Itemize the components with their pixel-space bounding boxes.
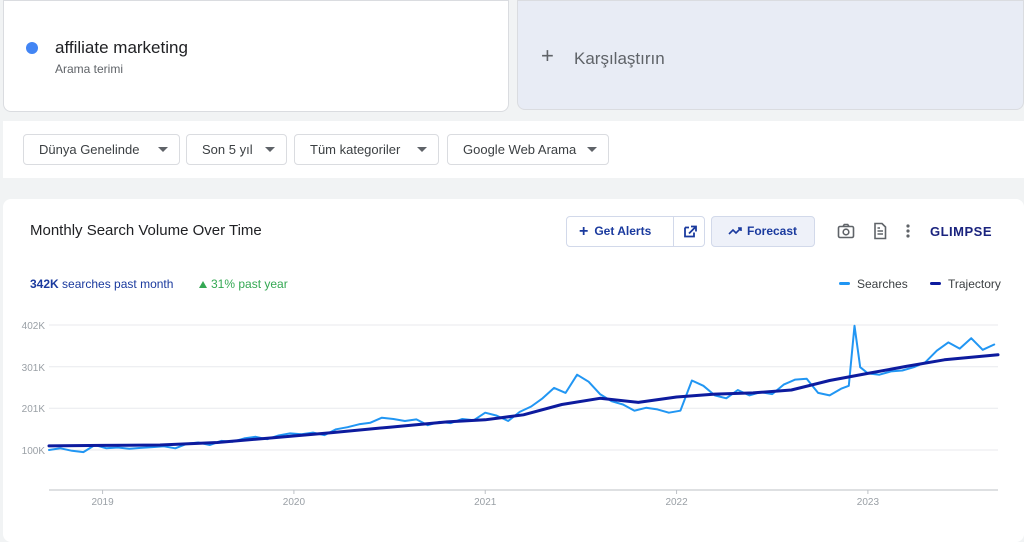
search-term-name[interactable]: affiliate marketing [55, 38, 188, 58]
search-type-dropdown-label: Google Web Arama [463, 142, 577, 157]
y-tick-label: 301K [22, 363, 46, 374]
search-type-dropdown[interactable]: Google Web Arama [447, 134, 609, 165]
filter-bar: Dünya Genelinde Son 5 yıl Tüm kategorile… [3, 121, 1024, 178]
y-tick-label: 402K [22, 321, 46, 332]
trajectory-line [47, 353, 1000, 448]
region-dropdown-label: Dünya Genelinde [39, 142, 140, 157]
term-color-dot [26, 42, 38, 54]
chart-card: Monthly Search Volume Over Time + Get Ale… [3, 199, 1024, 542]
caret-down-icon [587, 147, 597, 152]
x-tick-label: 2019 [91, 497, 114, 508]
search-volume-chart: 100K 201K 301K 402K 2019 2020 2021 2022 2023 [22, 321, 1000, 508]
category-dropdown-label: Tüm kategoriler [310, 142, 401, 157]
search-term-subtitle: Arama terimi [55, 62, 124, 76]
x-tick-label: 2021 [474, 497, 497, 508]
caret-down-icon [417, 147, 427, 152]
region-dropdown[interactable]: Dünya Genelinde [23, 134, 180, 165]
x-tick-label: 2022 [665, 497, 688, 508]
x-tick-label: 2023 [857, 497, 880, 508]
caret-down-icon [158, 147, 168, 152]
searches-line [48, 324, 996, 454]
category-dropdown[interactable]: Tüm kategoriler [294, 134, 439, 165]
search-term-card[interactable]: affiliate marketing Arama terimi [3, 0, 509, 112]
plus-icon: + [541, 43, 554, 68]
time-range-dropdown-label: Son 5 yıl [202, 142, 253, 157]
caret-down-icon [265, 147, 275, 152]
compare-label: Karşılaştırın [574, 49, 665, 68]
y-tick-label: 100K [22, 446, 46, 457]
x-tick-label: 2020 [283, 497, 306, 508]
y-tick-label: 201K [22, 404, 46, 415]
time-range-dropdown[interactable]: Son 5 yıl [186, 134, 287, 165]
compare-card[interactable]: + Karşılaştırın [517, 0, 1024, 110]
